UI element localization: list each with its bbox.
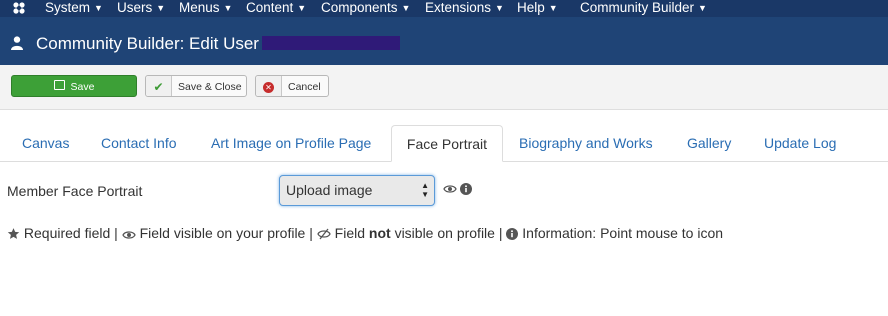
select-value: Upload image xyxy=(286,182,373,198)
tab-canvas[interactable]: Canvas xyxy=(22,125,69,161)
star-icon xyxy=(7,228,20,239)
legend-separator: | xyxy=(114,225,118,241)
menu-system-label: System xyxy=(45,0,91,15)
eye-slash-icon xyxy=(317,228,331,240)
joomla-logo-icon[interactable] xyxy=(12,1,26,15)
save-button-label: Save xyxy=(70,81,95,93)
profile-tabs: Canvas Contact Info Art Image on Profile… xyxy=(0,125,888,162)
menu-help[interactable]: Help ▼ xyxy=(517,0,558,17)
legend-visible: Field visible on your profile xyxy=(139,225,306,241)
toolbar: Save ✔ Save & Close ✕ Cancel xyxy=(0,65,888,110)
save-close-label: Save & Close xyxy=(178,81,242,93)
menu-extensions[interactable]: Extensions ▼ xyxy=(425,0,504,17)
tab-contact-info[interactable]: Contact Info xyxy=(101,125,177,161)
menu-system[interactable]: System ▼ xyxy=(45,0,103,17)
tab-face-portrait[interactable]: Face Portrait xyxy=(391,125,503,162)
caret-down-icon: ▼ xyxy=(401,3,411,13)
eye-icon xyxy=(443,185,457,193)
user-icon xyxy=(11,36,23,50)
tab-art-image[interactable]: Art Image on Profile Page xyxy=(211,125,371,161)
tab-update-log[interactable]: Update Log xyxy=(764,125,836,161)
upload-image-select[interactable]: Upload image ▲ ▼ xyxy=(279,175,435,206)
tab-gallery[interactable]: Gallery xyxy=(687,125,731,161)
legend-not-visible-bold: not xyxy=(368,225,391,241)
menu-content-label: Content xyxy=(246,0,294,15)
caret-down-icon: ▼ xyxy=(297,3,307,13)
cancel-button[interactable]: ✕ Cancel xyxy=(255,75,329,97)
menu-content[interactable]: Content ▼ xyxy=(246,0,306,17)
page-title: Community Builder: Edit User xyxy=(36,34,259,53)
edit-icon xyxy=(53,80,65,90)
save-close-button[interactable]: ✔ Save & Close xyxy=(145,75,247,97)
caret-down-icon: ▼ xyxy=(548,3,558,13)
redacted-username xyxy=(262,36,400,50)
save-button[interactable]: Save xyxy=(11,75,137,97)
page-header: Community Builder: Edit User xyxy=(0,17,888,65)
caret-down-icon: ▼ xyxy=(223,3,233,13)
top-menubar: System ▼ Users ▼ Menus ▼ Content ▼ Component… xyxy=(0,0,888,17)
menu-community-builder[interactable]: Community Builder ▼ xyxy=(580,0,707,17)
menu-components[interactable]: Components ▼ xyxy=(321,0,410,17)
menu-help-label: Help xyxy=(517,0,545,15)
caret-down-icon: ▼ xyxy=(94,3,103,13)
eye-icon xyxy=(121,231,136,239)
legend-not-visible-post: visible on profile xyxy=(394,225,495,241)
menu-menus-label: Menus xyxy=(179,0,220,15)
menu-extensions-label: Extensions xyxy=(425,0,492,15)
menu-menus[interactable]: Menus ▼ xyxy=(179,0,232,17)
cancel-x-icon: ✕ xyxy=(256,76,282,96)
menu-community-builder-label: Community Builder xyxy=(580,0,695,15)
legend-separator: | xyxy=(309,225,313,241)
menu-users-label: Users xyxy=(117,0,153,15)
caret-down-icon: ▼ xyxy=(495,3,504,13)
info-icon xyxy=(506,228,519,240)
menu-users[interactable]: Users ▼ xyxy=(117,0,165,17)
legend-separator: | xyxy=(498,225,503,241)
menu-components-label: Components xyxy=(321,0,398,15)
face-portrait-label: Member Face Portrait xyxy=(7,183,143,199)
field-legend: Required field | Field visible on your p… xyxy=(7,224,723,242)
legend-required: Required field xyxy=(23,225,111,241)
cancel-label: Cancel xyxy=(288,81,321,93)
select-arrows-icon: ▲ ▼ xyxy=(421,181,429,199)
legend-not-visible-pre: Field xyxy=(334,225,366,241)
info-icon[interactable] xyxy=(460,183,472,195)
legend-information: Information: Point mouse to icon xyxy=(522,225,724,241)
caret-down-icon: ▼ xyxy=(698,3,707,13)
checkmark-icon: ✔ xyxy=(146,76,172,96)
tab-biography-works[interactable]: Biography and Works xyxy=(519,125,653,161)
caret-down-icon: ▼ xyxy=(156,3,166,13)
